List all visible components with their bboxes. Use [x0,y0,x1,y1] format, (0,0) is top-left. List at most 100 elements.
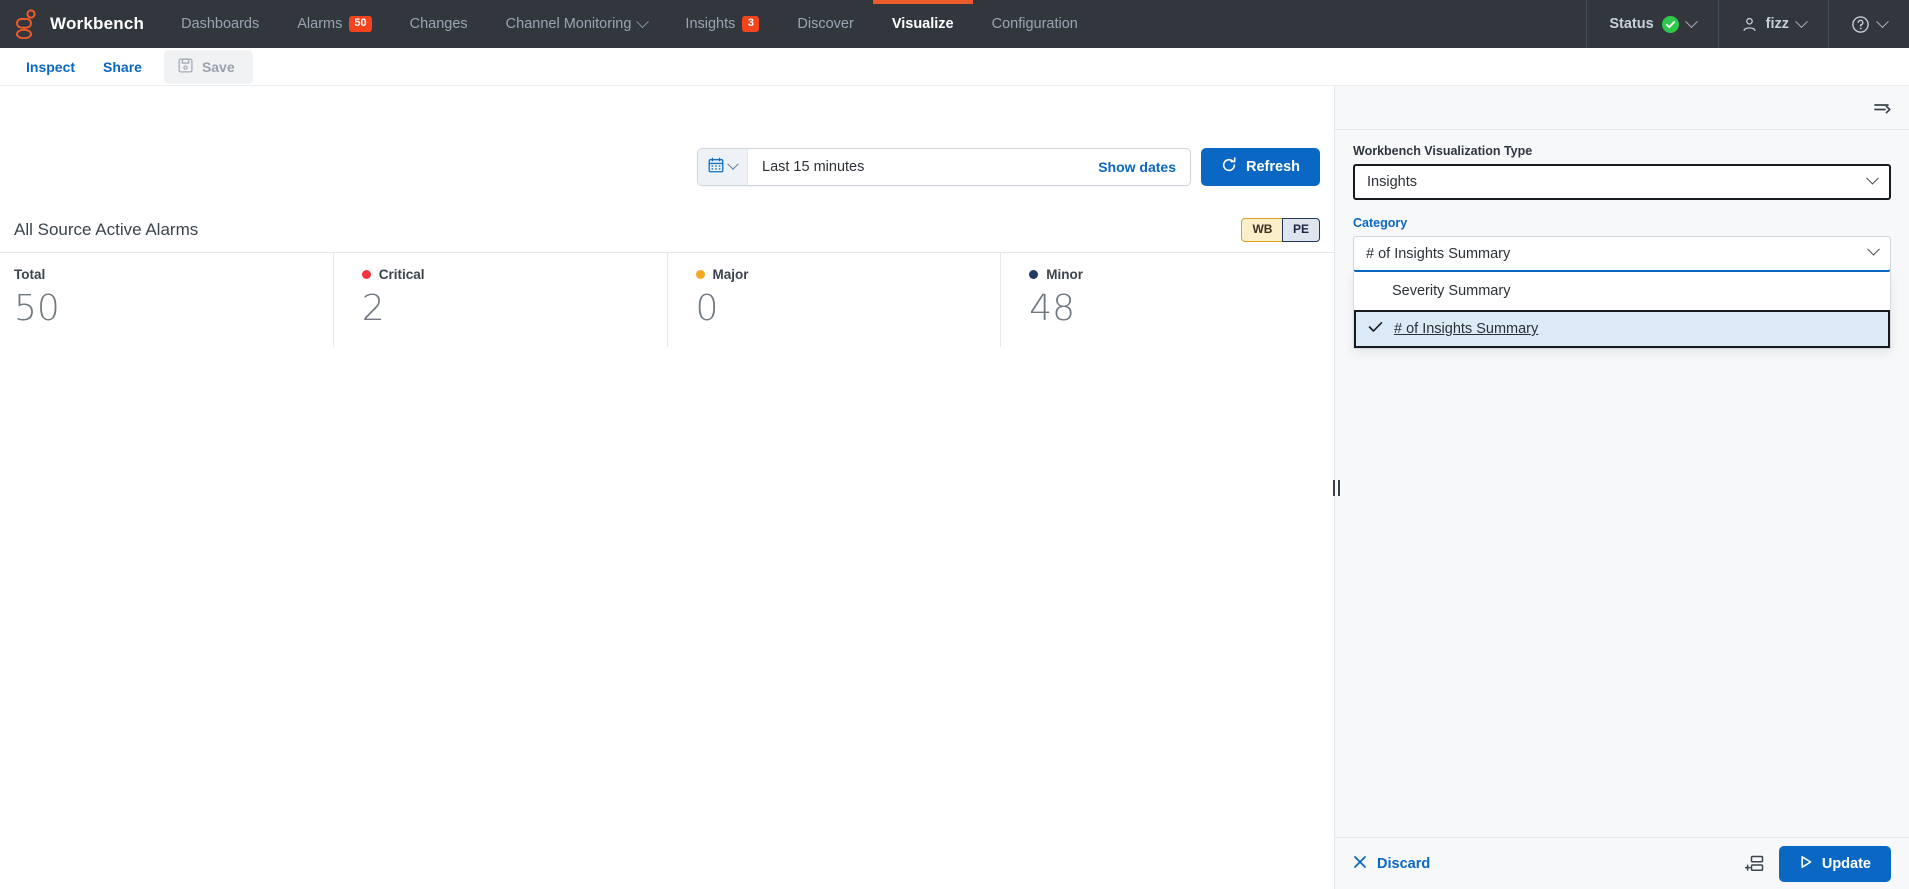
viz-type-label: Workbench Visualization Type [1353,144,1533,158]
nav-label: Discover [797,16,854,32]
calendar-dropdown-button[interactable] [698,149,748,185]
nav-label: Insights [685,16,736,32]
show-dates-button[interactable]: Show dates [1084,149,1190,185]
refresh-icon [1221,157,1237,177]
share-button[interactable]: Share [91,52,154,82]
category-option-insights-summary[interactable]: # of Insights Summary [1354,310,1890,348]
chevron-down-icon [1684,14,1698,28]
discard-button[interactable]: Discard [1353,855,1430,873]
date-range-picker[interactable]: Last 15 minutes Show dates [697,148,1191,186]
stat-label-row: Total [0,267,333,282]
collapse-panel-icon[interactable] [1873,100,1893,116]
field-visualization-type: Workbench Visualization Type Insights [1353,144,1891,200]
workbench-logo-icon [14,9,40,39]
status-menu[interactable]: Status [1586,0,1717,48]
inspect-button[interactable]: Inspect [14,52,87,82]
stat-label: Minor [1046,267,1083,282]
stat-value: 2 [361,288,385,329]
update-label: Update [1821,855,1871,872]
nav-item-alarms[interactable]: Alarms 50 [278,0,390,48]
viz-type-select[interactable]: Insights [1353,164,1891,200]
save-button[interactable]: Save [163,49,253,84]
stat-label-row: Minor [1001,267,1334,282]
update-button[interactable]: Update [1778,845,1891,882]
option-label: # of Insights Summary [1394,321,1539,337]
nav-label: Alarms [297,16,343,32]
stat-label-row: Major [668,267,1001,282]
document-action-bar: Inspect Share Save [0,48,1909,86]
nav-item-insights[interactable]: Insights 3 [666,0,778,48]
stat-critical: Critical 2 [334,253,668,348]
date-controls-row: Last 15 minutes Show dates Refresh [0,86,1334,208]
nav-label: Dashboards [181,16,260,32]
top-nav-right-group: Status fizz [1586,0,1909,48]
nav-label: Changes [409,16,468,32]
stat-value: 48 [1029,288,1076,329]
stat-label: Major [712,267,749,282]
panel-title: All Source Active Alarms [14,220,199,239]
nav-item-configuration[interactable]: Configuration [973,0,1097,48]
nav-item-dashboards[interactable]: Dashboards [162,0,278,48]
nav-label: Channel Monitoring [505,16,632,32]
chevron-down-icon [1795,14,1808,28]
visualization-preview-pane: Last 15 minutes Show dates Refresh All S… [0,86,1340,889]
help-menu[interactable] [1828,0,1909,48]
nav-item-changes[interactable]: Changes [391,0,487,48]
category-select[interactable]: # of Insights Summary [1353,236,1891,272]
category-value: # of Insights Summary [1366,245,1511,262]
nav-label: Configuration [991,16,1078,32]
alarms-count-badge: 50 [349,15,372,33]
stat-label: Critical [378,267,425,282]
severity-dot-major-icon [695,270,705,279]
chevron-down-icon [636,14,650,28]
refresh-button[interactable]: Refresh [1201,148,1320,186]
nav-item-channel-monitoring[interactable]: Channel Monitoring [487,0,667,48]
panel-badges: WB PE [1241,217,1320,243]
severity-dot-critical-icon [361,270,371,279]
calendar-icon [708,157,724,178]
stat-minor: Minor 48 [1001,253,1334,347]
work-area: Last 15 minutes Show dates Refresh All S… [0,86,1909,889]
status-label: Status [1609,16,1654,32]
status-ok-check-icon [1661,15,1679,33]
nav-item-visualize[interactable]: Visualize [872,0,973,48]
panel-header: All Source Active Alarms WB PE [0,208,1334,252]
play-icon [1799,855,1813,873]
save-label: Save [201,58,235,75]
chevron-down-icon [1876,14,1889,28]
alarm-summary-stats: Total 50 Critical 2 Major 0 Minor 48 [0,252,1334,348]
add-to-panel-icon[interactable] [1744,855,1765,873]
chevron-down-icon [727,158,739,170]
top-nav-left-group: Workbench Dashboards Alarms 50 Changes C… [0,0,1097,48]
brand-logo-group[interactable]: Workbench [0,0,162,48]
help-question-icon [1851,15,1870,34]
stat-label: Total [14,267,46,282]
save-floppy-icon [178,57,193,76]
stat-major: Major 0 [668,253,1002,348]
config-panel-body: Workbench Visualization Type Insights Ca… [1335,130,1909,837]
category-label: Category [1353,216,1408,230]
brand-name: Workbench [50,14,145,33]
viz-type-value: Insights [1367,174,1417,190]
badge-wb[interactable]: WB [1241,217,1284,243]
stat-label-row: Critical [334,267,667,282]
nav-item-discover[interactable]: Discover [778,0,872,48]
option-label: Severity Summary [1392,283,1511,299]
category-dropdown-list: Severity Summary # of Insights Summary [1353,272,1891,349]
user-name: fizz [1765,16,1789,32]
close-icon [1353,855,1367,873]
config-panel-footer: Discard Update [1335,837,1909,889]
top-navigation-bar: Workbench Dashboards Alarms 50 Changes C… [0,0,1909,48]
configuration-panel: Workbench Visualization Type Insights Ca… [1334,86,1909,889]
resize-grip-bar [1333,479,1335,496]
stat-total: Total 50 [0,253,334,348]
user-menu[interactable]: fizz [1717,0,1828,48]
pane-resize-handle[interactable] [1333,479,1340,496]
discard-label: Discard [1377,855,1431,872]
stat-value: 0 [695,288,719,329]
date-range-value[interactable]: Last 15 minutes [748,149,1084,185]
badge-pe[interactable]: PE [1281,217,1320,243]
chevron-down-icon [1866,171,1879,185]
category-option-severity-summary[interactable]: Severity Summary [1354,272,1890,310]
nav-label: Visualize [891,16,954,32]
